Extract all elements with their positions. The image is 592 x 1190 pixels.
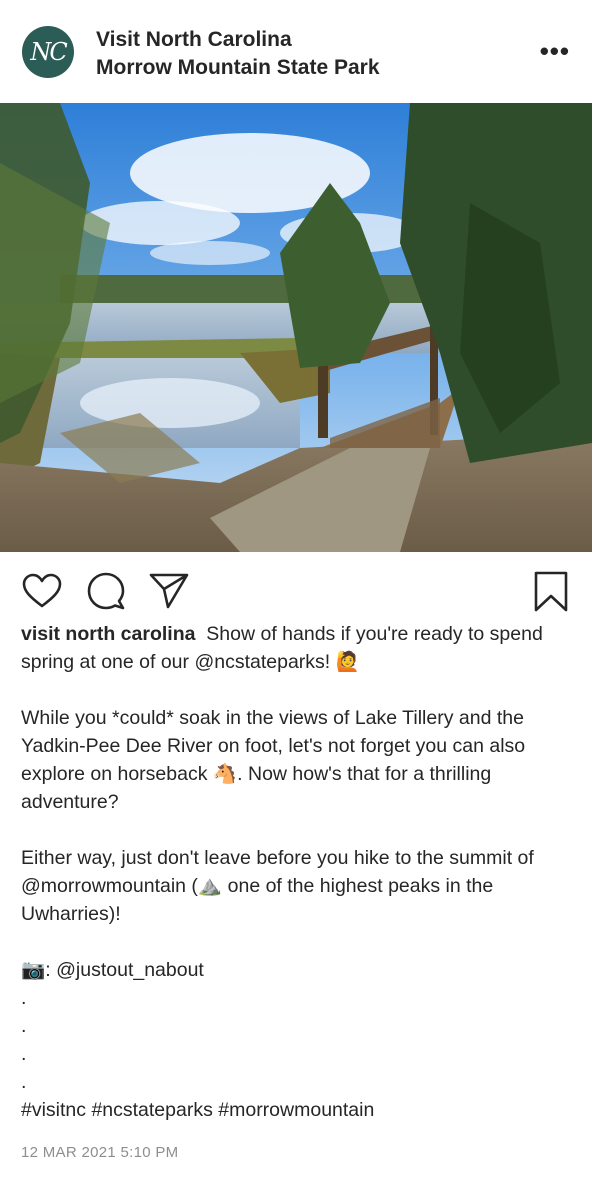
caption-spacer	[21, 816, 576, 844]
caption-hashtags[interactable]: #visitnc #ncstateparks #morrowmountain	[21, 1096, 576, 1124]
caption-intro: visit north carolina Show of hands if yo…	[21, 620, 576, 676]
action-bar	[0, 568, 592, 616]
caption-dot: .	[21, 1071, 27, 1093]
bookmark-icon[interactable]	[533, 571, 569, 613]
photo-boardwalk-lake	[0, 103, 592, 552]
post-caption: visit north carolina Show of hands if yo…	[21, 620, 576, 1124]
post-photo[interactable]	[0, 103, 592, 552]
post-header: NC Visit North Carolina Morrow Mountain …	[0, 0, 592, 103]
heart-icon[interactable]	[22, 573, 62, 609]
more-options-icon[interactable]: •••	[540, 36, 570, 67]
location-label[interactable]: Morrow Mountain State Park	[96, 54, 380, 82]
post-date: 12 MAR 2021 5:10 PM	[21, 1144, 179, 1161]
caption-spacer	[21, 928, 576, 956]
account-info: Visit North Carolina Morrow Mountain Sta…	[96, 26, 380, 82]
caption-dot: .	[21, 987, 27, 1009]
account-name[interactable]: Visit North Carolina	[96, 26, 380, 54]
caption-dot: .	[21, 1015, 27, 1037]
caption-username[interactable]: visit north carolina	[21, 623, 195, 645]
caption-paragraph-3: Either way, just don't leave before you …	[21, 847, 540, 925]
caption-dot: .	[21, 1043, 27, 1065]
caption-paragraph-2: While you *could* soak in the views of L…	[21, 707, 531, 813]
avatar[interactable]: NC	[22, 26, 74, 78]
paper-plane-icon[interactable]	[148, 572, 190, 610]
comment-icon[interactable]	[86, 572, 126, 610]
caption-photo-credit: 📷: @justout_nabout	[21, 959, 204, 981]
caption-spacer	[21, 676, 576, 704]
avatar-text: NC	[30, 38, 67, 66]
